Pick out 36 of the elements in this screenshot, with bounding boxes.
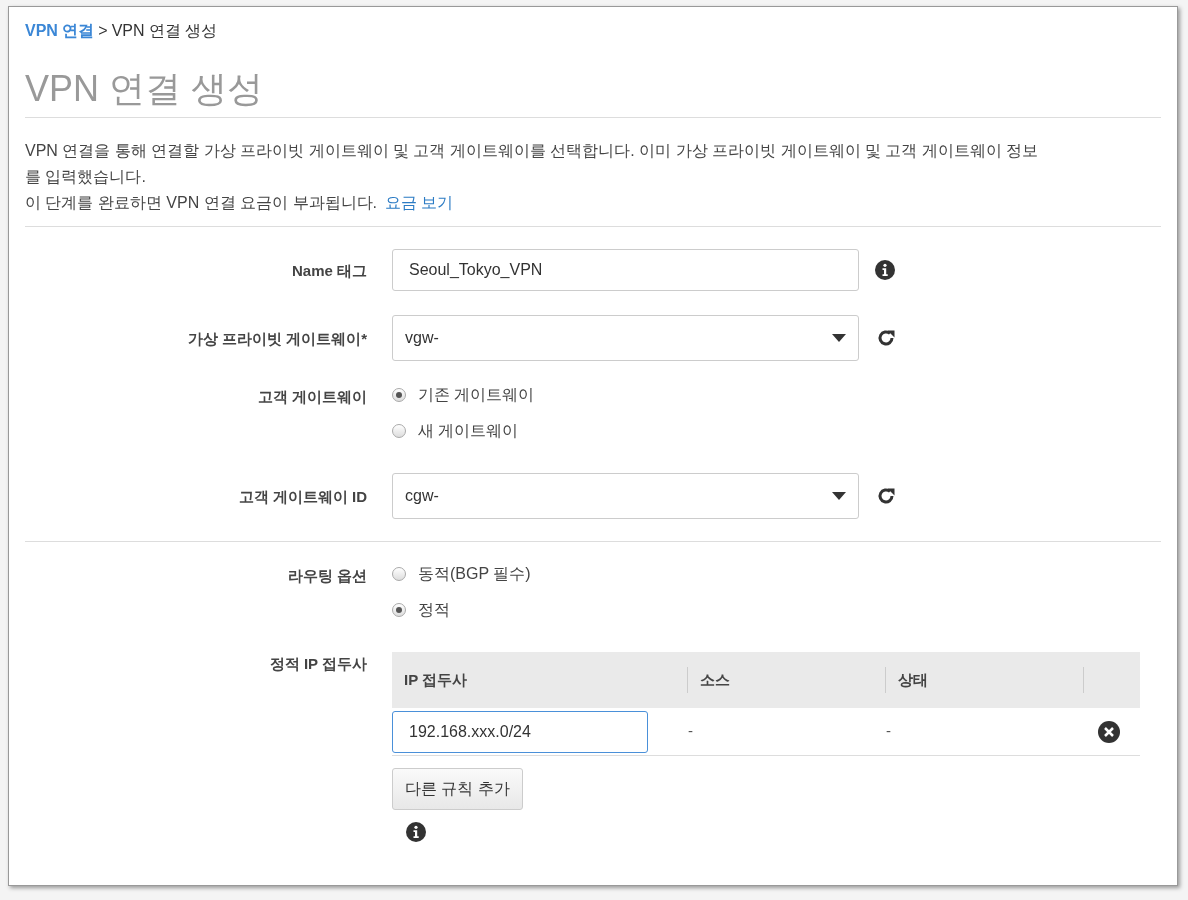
select-field[interactable]: vgw- [392,315,859,361]
table-cell-text: - [688,721,694,742]
add-rule-button[interactable]: 다른 규칙 추가 [392,768,523,810]
column-header: 상태 [898,669,928,690]
ip-prefix-field[interactable]: 192.168.xxx.0/24 [392,710,648,753]
column-header: IP 접두사 [404,669,468,690]
breadcrumb-item: VPN 연결 생성 [111,21,218,41]
select-field[interactable]: cgw- [392,473,859,519]
radio-button[interactable] [392,567,406,581]
info-icon[interactable] [875,260,895,280]
remove-icon[interactable] [1098,720,1120,743]
description-text: VPN 연결을 통해 연결할 가상 프라이빗 게이트웨이 및 고객 게이트웨이를 선택합니다. 이미 가상 프라이빗 게이트웨이 및 고객 게이트웨이 정보를 입력했습니다. [25,141,1040,187]
dropdown-caret-icon [832,334,846,342]
radio-label: 정적 [418,600,450,620]
charge-note-text: 이 단계를 완료하면 VPN 연결 요금이 부과됩니다. [25,193,377,213]
radio-label: 동적(BGP 필수) [418,564,531,584]
radio-label: 새 게이트웨이 [418,421,519,441]
breadcrumb-item[interactable]: VPN 연결 [25,19,95,43]
field-label: 가상 프라이빗 게이트웨이* [187,330,367,347]
radio-button[interactable] [392,388,406,402]
page-title: VPN 연결 생성 [25,65,1161,118]
radio-button[interactable] [392,603,406,617]
radio-label: 기존 게이트웨이 [418,385,535,405]
info-icon[interactable] [406,822,426,842]
breadcrumb-separator: > [98,21,108,41]
text-field[interactable]: Seoul_Tokyo_VPN [392,249,859,291]
pricing-link[interactable]: 요금 보기 [385,190,454,216]
dropdown-caret-icon [832,492,846,500]
column-header: 소스 [700,669,730,690]
field-label: Name 태그 [291,262,367,279]
field-label: 라우팅 옵션 [287,567,367,584]
table-cell-text: - [886,721,892,742]
field-label: 고객 게이트웨이 ID [238,488,367,505]
field-label: 정적 IP 접두사 [269,655,367,672]
field-label: 고객 게이트웨이 [257,388,367,405]
radio-button[interactable] [392,424,406,438]
